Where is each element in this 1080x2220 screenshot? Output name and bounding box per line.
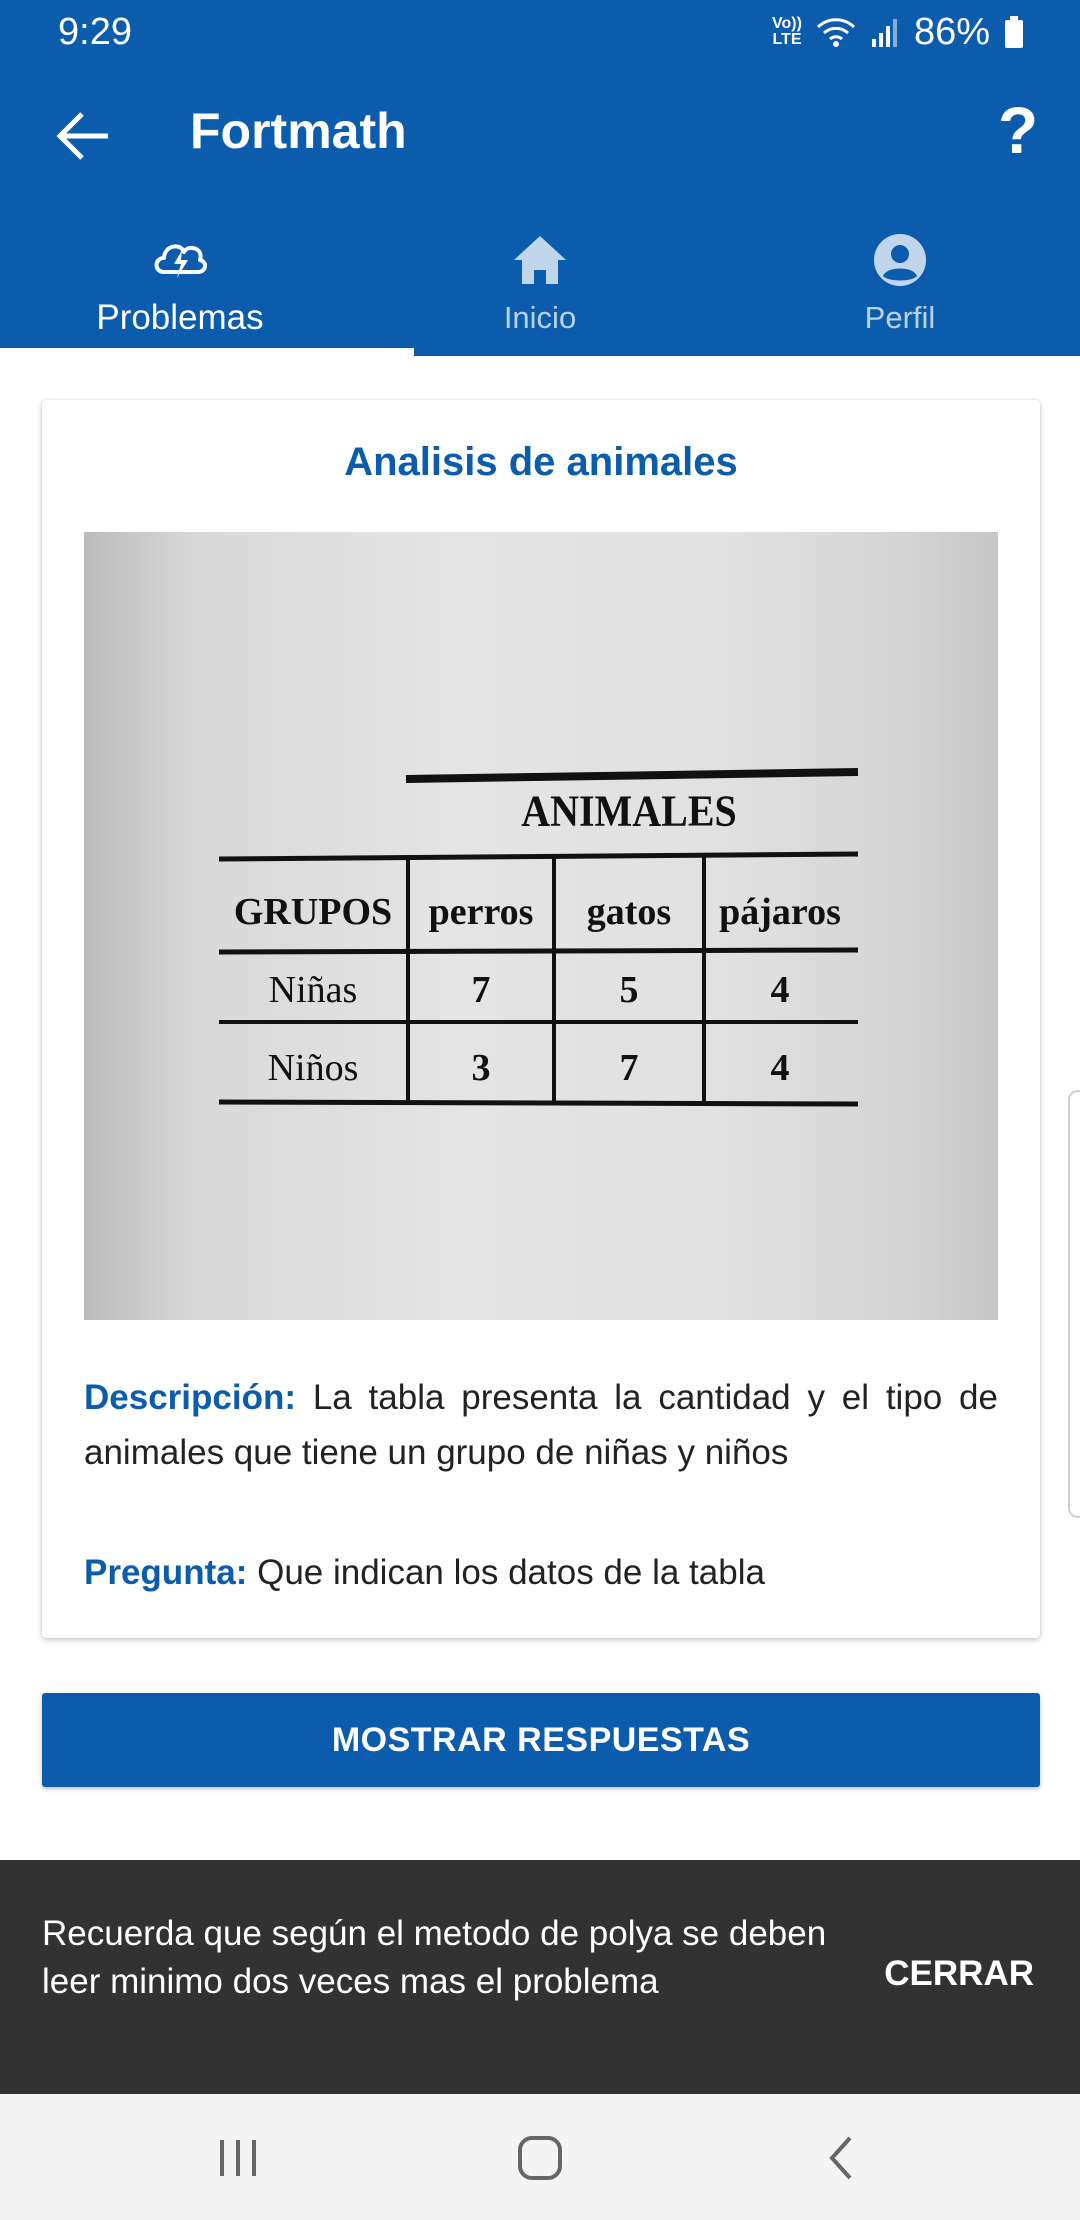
image-row-ninas-gatos: 5 [620, 969, 639, 1011]
help-icon[interactable]: ? [988, 92, 1048, 168]
tab-bar: Problemas Inicio Perfil [0, 210, 1080, 356]
problem-title: Analisis de animales [344, 440, 738, 484]
app-title: Fortmath [190, 103, 407, 159]
volte-lte-icon: Vo)) LTE [772, 15, 802, 48]
image-col-grupos: GRUPOS [234, 891, 392, 933]
image-row-ninos-gatos: 7 [620, 1047, 639, 1089]
problem-description: Descripción: La tabla presenta la cantid… [84, 1370, 998, 1480]
edge-panel-handle[interactable] [1068, 1090, 1080, 1518]
status-time: 9:29 [58, 10, 132, 53]
home-button-icon[interactable] [510, 2132, 570, 2184]
image-row-ninos-label: Niños [268, 1047, 359, 1089]
system-nav-bar [0, 2094, 1080, 2220]
tab-label-problemas: Problemas [96, 298, 264, 337]
image-col-gatos: gatos [587, 891, 671, 933]
image-row-ninas-label: Niñas [269, 969, 358, 1011]
question-label: Pregunta: [84, 1553, 248, 1592]
show-answers-button[interactable]: MOSTRAR RESPUESTAS [42, 1693, 1040, 1787]
tab-problemas[interactable]: Problemas [0, 210, 360, 356]
back-nav-icon[interactable] [812, 2132, 872, 2184]
back-arrow-icon[interactable] [56, 110, 112, 162]
description-label: Descripción: [84, 1378, 296, 1417]
wifi-icon [816, 18, 855, 47]
problem-card: Analisis de animales ANIMALES GRUPOS per… [42, 400, 1040, 1638]
tab-inicio[interactable]: Inicio [360, 210, 720, 356]
active-tab-indicator [0, 348, 414, 356]
tab-label-inicio: Inicio [503, 300, 577, 335]
recent-apps-icon[interactable] [208, 2132, 268, 2184]
question-text: Que indican los datos de la tabla [257, 1553, 765, 1592]
image-row-ninas-perros: 7 [472, 969, 491, 1011]
problem-question: Pregunta: Que indican los datos de la ta… [84, 1545, 998, 1600]
battery-percent: 86% [913, 10, 990, 53]
signal-icon [871, 19, 897, 47]
lightning-cloud-icon [154, 244, 207, 278]
snackbar-message: Recuerda que según el metodo de polya se… [42, 1914, 827, 2001]
table-photo: ANIMALES GRUPOS perros gatos pájaros Niñ… [218, 768, 859, 1107]
tab-perfil[interactable]: Perfil [720, 210, 1080, 356]
snackbar: Recuerda que según el metodo de polya se… [0, 1860, 1080, 2094]
image-col-perros: perros [429, 891, 534, 933]
tab-label-perfil: Perfil [864, 300, 936, 335]
image-col-pajaros: pájaros [719, 891, 841, 933]
image-row-ninos-pajaros: 4 [771, 1047, 790, 1089]
status-bar: 9:29 Vo)) LTE 86% [0, 0, 1080, 64]
app-bar: Fortmath ? [0, 64, 1080, 210]
status-indicators: Vo)) LTE 86% [772, 11, 1024, 54]
image-row-ninas-pajaros: 4 [771, 969, 790, 1011]
battery-icon [1005, 16, 1023, 48]
problem-image: ANIMALES GRUPOS perros gatos pájaros Niñ… [84, 532, 998, 1320]
account-circle-icon [874, 234, 926, 286]
home-icon [514, 236, 566, 284]
snackbar-close-button[interactable]: CERRAR [884, 1954, 1034, 1994]
image-row-ninos-perros: 3 [472, 1047, 491, 1089]
image-header: ANIMALES [521, 788, 737, 836]
